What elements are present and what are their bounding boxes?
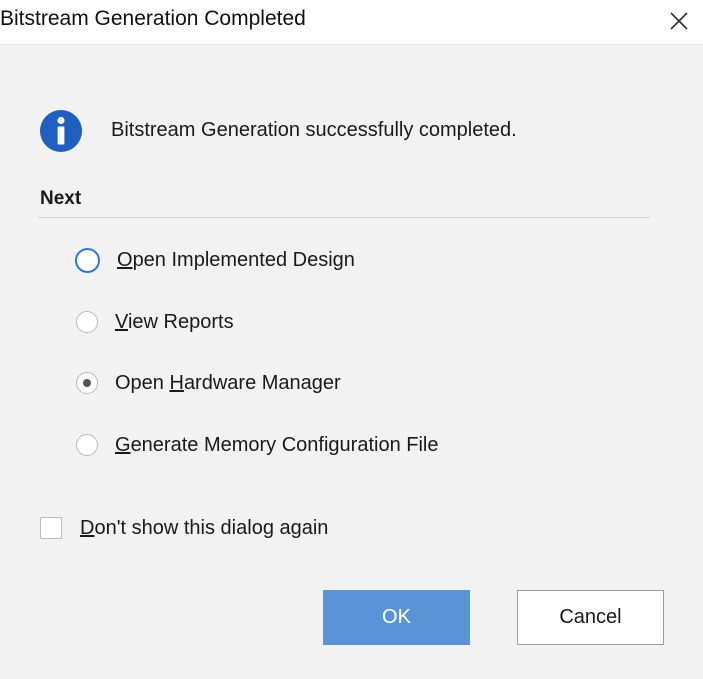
radio-label: Generate Memory Configuration File xyxy=(115,433,439,456)
ok-button[interactable]: OK xyxy=(323,590,470,645)
info-icon xyxy=(40,110,82,152)
title-bar: Bitstream Generation Completed xyxy=(0,0,703,45)
radio-button[interactable] xyxy=(75,247,100,273)
cancel-button[interactable]: Cancel xyxy=(517,590,664,645)
radio-label: Open Hardware Manager xyxy=(115,371,341,394)
radio-label: Open Implemented Design xyxy=(117,248,355,271)
radio-generate-memory-configuration-file[interactable]: Generate Memory Configuration File xyxy=(76,430,438,460)
radio-view-reports[interactable]: View Reports xyxy=(76,307,234,337)
checkbox-label: Don't show this dialog again xyxy=(80,516,329,539)
dont-show-again-checkbox[interactable] xyxy=(40,517,62,539)
next-section-label: Next xyxy=(40,188,82,209)
dialog-body: Bitstream Generation successfully comple… xyxy=(0,45,703,679)
radio-label: View Reports xyxy=(115,310,234,333)
radio-button[interactable] xyxy=(76,434,98,456)
close-button[interactable] xyxy=(661,4,697,38)
radio-button[interactable] xyxy=(76,311,98,333)
radio-open-hardware-manager[interactable]: Open Hardware Manager xyxy=(76,368,341,398)
dont-show-again-option[interactable]: Don't show this dialog again xyxy=(40,513,328,543)
radio-button[interactable] xyxy=(76,372,98,394)
section-divider xyxy=(38,217,650,218)
radio-open-implemented-design[interactable]: Open Implemented Design xyxy=(75,245,355,275)
dialog-title: Bitstream Generation Completed xyxy=(0,7,306,30)
close-icon xyxy=(670,12,688,30)
message-text: Bitstream Generation successfully comple… xyxy=(111,119,517,141)
